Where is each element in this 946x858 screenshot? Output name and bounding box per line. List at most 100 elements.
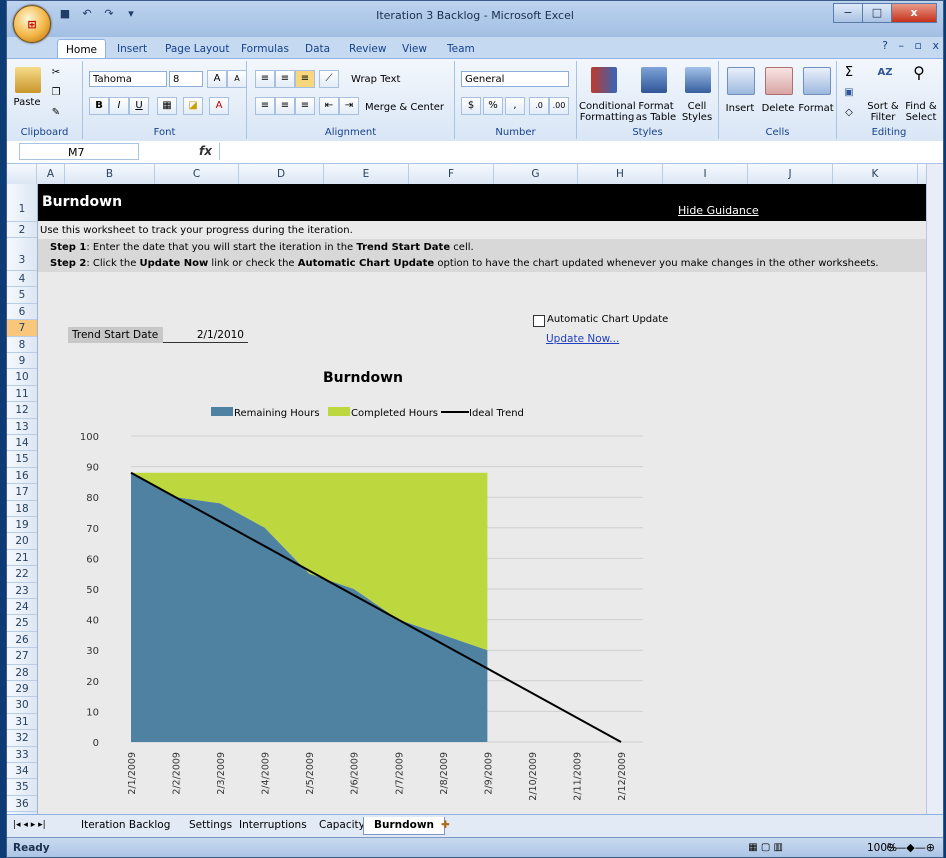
- sort-filter-icon[interactable]: AZ: [873, 67, 897, 78]
- ribbon-min-icon[interactable]: –: [899, 39, 905, 52]
- delete-cells-icon[interactable]: [765, 67, 793, 95]
- format-painter-icon[interactable]: ✎: [49, 107, 63, 118]
- col-header-i[interactable]: I: [663, 164, 748, 184]
- row-header-7[interactable]: 7: [7, 320, 37, 337]
- fx-icon[interactable]: fx: [199, 144, 212, 158]
- tab-review[interactable]: Review: [341, 39, 394, 59]
- name-box[interactable]: M7: [19, 143, 139, 160]
- col-header-k[interactable]: K: [833, 164, 918, 184]
- conditional-formatting-button[interactable]: Conditional Formatting: [579, 101, 636, 123]
- shrink-font-button[interactable]: A: [227, 70, 247, 88]
- col-header-d[interactable]: D: [239, 164, 324, 184]
- font-color-icon[interactable]: A: [209, 97, 229, 115]
- conditional-formatting-icon[interactable]: [591, 67, 617, 93]
- office-button[interactable]: ⊞: [13, 5, 51, 43]
- row-header-35[interactable]: 35: [7, 779, 37, 796]
- copy-icon[interactable]: ❐: [49, 87, 63, 98]
- autosum-icon[interactable]: Σ: [841, 66, 857, 79]
- row-header-3[interactable]: 3: [7, 238, 37, 271]
- decrease-decimal-icon[interactable]: .00: [549, 97, 569, 115]
- row-header-25[interactable]: 25: [7, 615, 37, 632]
- tab-view[interactable]: View: [394, 39, 435, 59]
- underline-button[interactable]: U: [129, 97, 149, 115]
- align-left-icon[interactable]: ≡: [255, 97, 275, 115]
- col-header-e[interactable]: E: [324, 164, 409, 184]
- format-table-icon[interactable]: [641, 67, 667, 93]
- row-header-32[interactable]: 32: [7, 730, 37, 747]
- cell-styles-icon[interactable]: [685, 67, 711, 93]
- decrease-indent-icon[interactable]: ⇤: [319, 97, 339, 115]
- row-header-13[interactable]: 13: [7, 419, 37, 435]
- col-header-f[interactable]: F: [409, 164, 494, 184]
- row-header-1[interactable]: 1: [7, 184, 37, 222]
- row-header-21[interactable]: 21: [7, 550, 37, 567]
- row-header-31[interactable]: 31: [7, 714, 37, 731]
- row-header-2[interactable]: 2: [7, 222, 37, 238]
- align-center-icon[interactable]: ≡: [275, 97, 295, 115]
- align-middle-icon[interactable]: ≡: [275, 70, 295, 88]
- font-size-box[interactable]: 8: [169, 71, 203, 87]
- increase-indent-icon[interactable]: ⇥: [339, 97, 359, 115]
- tab-data[interactable]: Data: [297, 39, 338, 59]
- currency-button[interactable]: $: [461, 97, 481, 115]
- row-header-12[interactable]: 12: [7, 402, 37, 419]
- insert-cells-icon[interactable]: [727, 67, 755, 95]
- format-button[interactable]: Format: [797, 103, 835, 114]
- borders-icon[interactable]: ▦: [157, 97, 177, 115]
- select-all-corner[interactable]: [7, 164, 37, 184]
- insert-sheet-icon[interactable]: ✚: [431, 817, 460, 834]
- ribbon-close-icon[interactable]: x: [932, 39, 939, 52]
- fill-icon[interactable]: ▣: [841, 87, 857, 98]
- row-header-24[interactable]: 24: [7, 599, 37, 616]
- row-header-5[interactable]: 5: [7, 287, 37, 304]
- maximize-button[interactable]: □: [862, 3, 892, 23]
- row-header-19[interactable]: 19: [7, 517, 37, 534]
- col-header-g[interactable]: G: [494, 164, 578, 184]
- ribbon-restore-icon[interactable]: ▫: [915, 39, 922, 52]
- tab-home[interactable]: Home: [57, 39, 107, 60]
- row-header-16[interactable]: 16: [7, 468, 37, 485]
- row-header-33[interactable]: 33: [7, 747, 37, 763]
- tab-insert[interactable]: Insert: [109, 39, 155, 59]
- delete-button[interactable]: Delete: [759, 103, 797, 114]
- row-header-8[interactable]: 8: [7, 337, 37, 353]
- number-format-box[interactable]: General: [461, 71, 569, 87]
- bold-button[interactable]: B: [89, 97, 109, 115]
- sheet-nav-icon[interactable]: |◂ ◂ ▸ ▸|: [11, 817, 48, 834]
- vertical-scrollbar[interactable]: [926, 164, 943, 814]
- col-header-a[interactable]: A: [37, 164, 65, 184]
- row-header-30[interactable]: 30: [7, 697, 37, 714]
- row-header-10[interactable]: 10: [7, 369, 37, 386]
- row-header-27[interactable]: 27: [7, 648, 37, 665]
- close-button[interactable]: x: [891, 3, 937, 23]
- row-header-26[interactable]: 26: [7, 632, 37, 649]
- row-header-6[interactable]: 6: [7, 304, 37, 321]
- row-header-4[interactable]: 4: [7, 271, 37, 288]
- row-header-29[interactable]: 29: [7, 681, 37, 698]
- align-bottom-icon[interactable]: ≡: [295, 70, 315, 88]
- row-header-11[interactable]: 11: [7, 386, 37, 403]
- row-header-18[interactable]: 18: [7, 501, 37, 517]
- row-header-15[interactable]: 15: [7, 451, 37, 468]
- sheet-tab-interruptions[interactable]: Interruptions: [229, 817, 317, 834]
- sort-filter-button[interactable]: Sort & Filter: [861, 101, 905, 123]
- row-header-34[interactable]: 34: [7, 763, 37, 780]
- zoom-slider-icon[interactable]: ⊖—◆—⊕: [886, 841, 935, 854]
- align-top-icon[interactable]: ≡: [255, 70, 275, 88]
- minimize-button[interactable]: −: [833, 3, 863, 23]
- view-buttons-icon[interactable]: ▦ ▢ ▥: [748, 842, 783, 853]
- col-header-c[interactable]: C: [155, 164, 239, 184]
- paste-button[interactable]: Paste: [9, 97, 45, 108]
- align-right-icon[interactable]: ≡: [295, 97, 315, 115]
- row-header-14[interactable]: 14: [7, 435, 37, 452]
- col-header-j[interactable]: J: [748, 164, 833, 184]
- clear-icon[interactable]: ◇: [841, 107, 857, 118]
- cut-icon[interactable]: ✂: [49, 67, 63, 78]
- sheet-tab-iteration-backlog[interactable]: Iteration Backlog: [71, 817, 180, 834]
- formula-input[interactable]: [219, 143, 923, 160]
- row-header-28[interactable]: 28: [7, 665, 37, 681]
- wrap-text-button[interactable]: Wrap Text: [351, 74, 400, 85]
- row-header-22[interactable]: 22: [7, 566, 37, 583]
- font-name-box[interactable]: Tahoma: [89, 71, 167, 87]
- tab-page-layout[interactable]: Page Layout: [157, 39, 237, 59]
